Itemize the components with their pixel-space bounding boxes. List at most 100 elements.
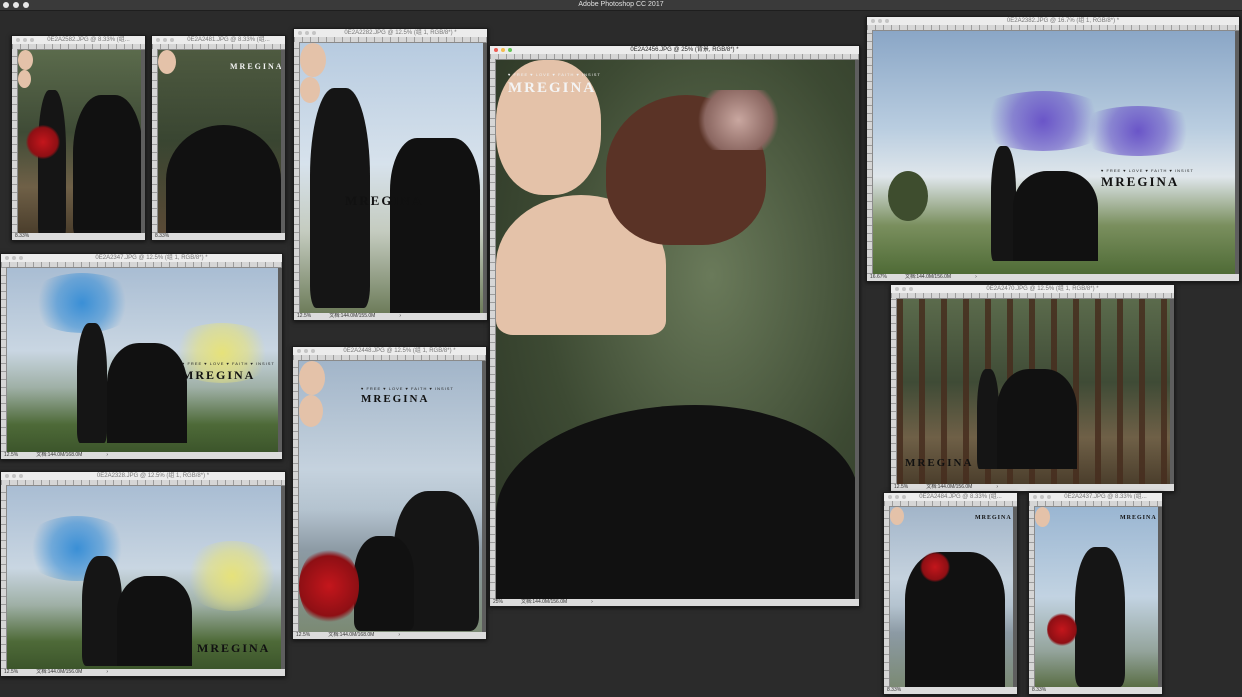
close-icon[interactable] [156,38,160,42]
groom-figure [77,323,107,443]
zoom-level[interactable]: 16.67% [870,274,887,280]
window-buttons[interactable] [888,495,906,499]
window-buttons[interactable] [494,48,512,52]
status-menu-arrow-icon[interactable]: › [399,313,401,319]
zoom-icon[interactable] [19,256,23,260]
document-canvas[interactable]: MREGINA [300,43,483,313]
minimize-icon[interactable] [902,287,906,291]
close-icon[interactable] [16,38,20,42]
doc-size[interactable]: 文档:144.0M/168.0M [328,632,374,638]
zoom-icon[interactable] [508,48,512,52]
window-buttons[interactable] [16,38,34,42]
window-buttons[interactable] [298,31,316,35]
zoom-icon[interactable] [170,38,174,42]
document-canvas[interactable]: MREGINA [897,299,1170,484]
zoom-icon[interactable] [909,287,913,291]
close-icon[interactable] [5,474,9,478]
zoom-icon[interactable] [312,31,316,35]
zoom-icon[interactable] [902,495,906,499]
document-canvas[interactable]: MREGINA [7,486,281,669]
doc-size[interactable]: 文档:144.0M/155.0M [329,313,375,319]
window-buttons[interactable] [871,19,889,23]
status-menu-arrow-icon[interactable]: › [996,484,998,490]
minimize-icon[interactable] [23,38,27,42]
close-icon[interactable] [494,48,498,52]
status-menu-arrow-icon[interactable]: › [106,669,108,675]
document-window-2448[interactable]: 0E2A2448.JPG @ 12.5% (组 1, RGB/8*) * ♥ F… [292,346,487,640]
status-menu-arrow-icon[interactable]: › [106,452,108,458]
zoom-level[interactable]: 8.33% [15,233,29,239]
document-canvas[interactable]: ♥ FREE ♥ LOVE ♥ FAITH ♥ INSIST MREGINA [299,361,482,632]
window-buttons[interactable] [5,474,23,478]
document-window-2382[interactable]: 0E2A2382.JPG @ 16.7% (组 1, RGB/8*) * ♥ F… [866,16,1240,282]
window-buttons[interactable] [156,38,174,42]
close-icon[interactable] [888,495,892,499]
status-bar: 8.33% [1029,687,1162,694]
window-buttons[interactable] [895,287,913,291]
zoom-icon[interactable] [30,38,34,42]
minimize-icon[interactable] [163,38,167,42]
minimize-icon[interactable] [305,31,309,35]
zoom-icon[interactable] [1047,495,1051,499]
document-window-2328[interactable]: 0E2A2328.JPG @ 12.5% (组 1, RGB/8*) * MRE… [0,471,286,677]
document-canvas[interactable]: ♥ FREE ♥ LOVE ♥ FAITH ♥ INSIST MREGINA [7,268,278,452]
zoom-level[interactable]: 12.5% [4,669,18,675]
zoom-icon[interactable] [311,349,315,353]
groom-figure [1075,547,1125,687]
document-window-2282[interactable]: 0E2A2282.JPG @ 12.5% (组 1, RGB/8*) * MRE… [293,28,488,321]
blue-smoke [27,273,137,333]
doc-size[interactable]: 文档:144.0M/168.0M [36,452,82,458]
minimize-icon[interactable] [12,256,16,260]
document-window-2437[interactable]: 0E2A2437.JPG @ 8.33% (组... MREGINA 8.33% [1028,492,1163,695]
crown [691,90,786,150]
zoom-level[interactable]: 8.33% [155,233,169,239]
zoom-level[interactable]: 8.33% [887,687,901,693]
zoom-level[interactable]: 12.5% [296,632,310,638]
zoom-level[interactable]: 8.33% [1032,687,1046,693]
minimize-icon[interactable] [12,474,16,478]
minimize-icon[interactable] [1040,495,1044,499]
document-window-2456[interactable]: 0E2A2456.JPG @ 25% (背景, RGB/8*) * ♥ FREE… [489,45,860,607]
minimize-icon[interactable] [501,48,505,52]
document-window-2481[interactable]: 0E2A2481.JPG @ 8.33% (组... MREGINA 8.33% [151,35,286,241]
bride-figure [107,343,187,443]
zoom-level[interactable]: 25% [493,599,503,605]
document-window-2470[interactable]: 0E2A2470.JPG @ 12.5% (组 1, RGB/8*) * MRE… [890,284,1175,492]
close-icon[interactable] [5,256,9,260]
document-canvas[interactable]: MREGINA [158,50,281,233]
document-canvas[interactable]: MREGINA [890,507,1013,687]
document-canvas[interactable]: ♥ FREE ♥ LOVE ♥ FAITH ♥ INSIST MREGINA [496,60,855,599]
window-buttons[interactable] [1033,495,1051,499]
close-icon[interactable] [871,19,875,23]
window-buttons[interactable] [5,256,23,260]
window-buttons[interactable] [297,349,315,353]
status-menu-arrow-icon[interactable]: › [398,632,400,638]
minimize-icon[interactable] [895,495,899,499]
status-menu-arrow-icon[interactable]: › [975,274,977,280]
status-bar: 12.5% 文档:144.0M/156.0M › [1,669,285,676]
close-icon[interactable] [895,287,899,291]
zoom-icon[interactable] [19,474,23,478]
close-icon[interactable] [297,349,301,353]
close-icon[interactable] [298,31,302,35]
doc-size[interactable]: 文档:144.0M/156.0M [905,274,951,280]
document-window-2484[interactable]: 0E2A2484.JPG @ 8.33% (组... MREGINA 8.33% [883,492,1018,695]
document-title: 0E2A2582.JPG @ 8.33% (组... [47,37,130,43]
doc-size[interactable]: 文档:144.0M/156.0M [926,484,972,490]
doc-size[interactable]: 文档:144.0M/156.0M [521,599,567,605]
document-window-2347[interactable]: 0E2A2347.JPG @ 12.5% (组 1, RGB/8*) * ♥ F… [0,253,283,460]
brand-logo: MREGINA [1101,174,1180,189]
zoom-level[interactable]: 12.5% [4,452,18,458]
zoom-level[interactable]: 12.5% [894,484,908,490]
doc-size[interactable]: 文档:144.0M/156.0M [36,669,82,675]
document-window-2582[interactable]: 0E2A2582.JPG @ 8.33% (组... 8.33% [11,35,146,241]
status-menu-arrow-icon[interactable]: › [591,599,593,605]
document-canvas[interactable] [18,50,141,233]
minimize-icon[interactable] [878,19,882,23]
zoom-icon[interactable] [885,19,889,23]
document-canvas[interactable]: MREGINA [1035,507,1158,687]
close-icon[interactable] [1033,495,1037,499]
zoom-level[interactable]: 12.5% [297,313,311,319]
minimize-icon[interactable] [304,349,308,353]
document-canvas[interactable]: ♥ FREE ♥ LOVE ♥ FAITH ♥ INSIST MREGINA [873,31,1235,274]
